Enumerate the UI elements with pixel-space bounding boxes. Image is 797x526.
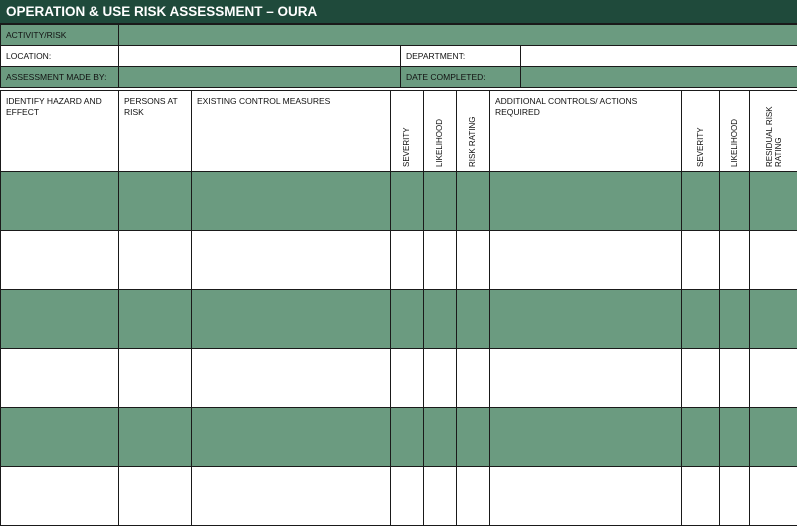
cell-severity-2[interactable] — [682, 349, 720, 408]
cell-hazard[interactable] — [1, 349, 119, 408]
cell-severity-2[interactable] — [682, 290, 720, 349]
table-row — [1, 408, 797, 467]
cell-severity[interactable] — [391, 467, 424, 526]
cell-risk-rating[interactable] — [457, 467, 490, 526]
cell-severity[interactable] — [391, 349, 424, 408]
assessor-field[interactable] — [119, 67, 401, 88]
col-likelihood: LIKELIHOOD — [424, 91, 457, 172]
cell-existing[interactable] — [192, 349, 391, 408]
info-table: ACTIVITY/RISK LOCATION: DEPARTMENT: ASSE… — [0, 24, 797, 88]
cell-existing[interactable] — [192, 172, 391, 231]
cell-additional[interactable] — [490, 467, 682, 526]
cell-severity-2[interactable] — [682, 172, 720, 231]
cell-residual[interactable] — [750, 172, 797, 231]
cell-additional[interactable] — [490, 172, 682, 231]
location-field[interactable] — [119, 46, 401, 67]
cell-risk-rating[interactable] — [457, 408, 490, 467]
cell-likelihood[interactable] — [424, 408, 457, 467]
col-severity-2: SEVERITY — [682, 91, 720, 172]
cell-persons[interactable] — [119, 231, 192, 290]
location-label: LOCATION: — [1, 46, 119, 67]
cell-hazard[interactable] — [1, 467, 119, 526]
cell-existing[interactable] — [192, 467, 391, 526]
cell-residual[interactable] — [750, 408, 797, 467]
cell-severity[interactable] — [391, 290, 424, 349]
activity-label: ACTIVITY/RISK — [1, 25, 119, 46]
table-row — [1, 172, 797, 231]
cell-likelihood[interactable] — [424, 467, 457, 526]
cell-existing[interactable] — [192, 231, 391, 290]
cell-additional[interactable] — [490, 349, 682, 408]
cell-risk-rating[interactable] — [457, 231, 490, 290]
department-label: DEPARTMENT: — [401, 46, 521, 67]
cell-additional[interactable] — [490, 231, 682, 290]
cell-hazard[interactable] — [1, 408, 119, 467]
cell-likelihood-2[interactable] — [720, 172, 750, 231]
header-row: IDENTIFY HAZARD AND EFFECT PERSONS AT RI… — [1, 91, 797, 172]
cell-existing[interactable] — [192, 408, 391, 467]
table-row — [1, 349, 797, 408]
cell-hazard[interactable] — [1, 231, 119, 290]
cell-additional[interactable] — [490, 290, 682, 349]
cell-likelihood[interactable] — [424, 231, 457, 290]
cell-likelihood-2[interactable] — [720, 408, 750, 467]
cell-existing[interactable] — [192, 290, 391, 349]
cell-likelihood-2[interactable] — [720, 349, 750, 408]
cell-likelihood-2[interactable] — [720, 290, 750, 349]
cell-severity[interactable] — [391, 172, 424, 231]
cell-hazard[interactable] — [1, 172, 119, 231]
col-likelihood-2: LIKELIHOOD — [720, 91, 750, 172]
page-title: OPERATION & USE RISK ASSESSMENT – OURA — [0, 0, 797, 24]
cell-persons[interactable] — [119, 172, 192, 231]
col-risk-rating: RISK RATING — [457, 91, 490, 172]
cell-severity-2[interactable] — [682, 231, 720, 290]
cell-severity-2[interactable] — [682, 467, 720, 526]
cell-severity[interactable] — [391, 231, 424, 290]
cell-likelihood[interactable] — [424, 349, 457, 408]
col-persons: PERSONS AT RISK — [119, 91, 192, 172]
cell-residual[interactable] — [750, 467, 797, 526]
department-field[interactable] — [521, 46, 797, 67]
col-existing: EXISTING CONTROL MEASURES — [192, 91, 391, 172]
cell-persons[interactable] — [119, 290, 192, 349]
assessor-label: ASSESSMENT MADE BY: — [1, 67, 119, 88]
cell-likelihood[interactable] — [424, 290, 457, 349]
col-residual: RESIDUAL RISK RATING — [750, 91, 797, 172]
cell-likelihood-2[interactable] — [720, 231, 750, 290]
table-row — [1, 467, 797, 526]
cell-risk-rating[interactable] — [457, 172, 490, 231]
cell-risk-rating[interactable] — [457, 349, 490, 408]
cell-likelihood[interactable] — [424, 172, 457, 231]
cell-additional[interactable] — [490, 408, 682, 467]
col-severity: SEVERITY — [391, 91, 424, 172]
date-label: DATE COMPLETED: — [401, 67, 521, 88]
cell-residual[interactable] — [750, 349, 797, 408]
cell-severity[interactable] — [391, 408, 424, 467]
col-additional: ADDITIONAL CONTROLS/ ACTIONS REQUIRED — [490, 91, 682, 172]
col-hazard: IDENTIFY HAZARD AND EFFECT — [1, 91, 119, 172]
activity-field[interactable] — [119, 25, 797, 46]
date-field[interactable] — [521, 67, 797, 88]
cell-likelihood-2[interactable] — [720, 467, 750, 526]
cell-hazard[interactable] — [1, 290, 119, 349]
table-row — [1, 231, 797, 290]
cell-severity-2[interactable] — [682, 408, 720, 467]
cell-persons[interactable] — [119, 467, 192, 526]
cell-persons[interactable] — [119, 349, 192, 408]
cell-residual[interactable] — [750, 290, 797, 349]
cell-residual[interactable] — [750, 231, 797, 290]
cell-persons[interactable] — [119, 408, 192, 467]
cell-risk-rating[interactable] — [457, 290, 490, 349]
risk-table: IDENTIFY HAZARD AND EFFECT PERSONS AT RI… — [0, 90, 797, 526]
table-row — [1, 290, 797, 349]
